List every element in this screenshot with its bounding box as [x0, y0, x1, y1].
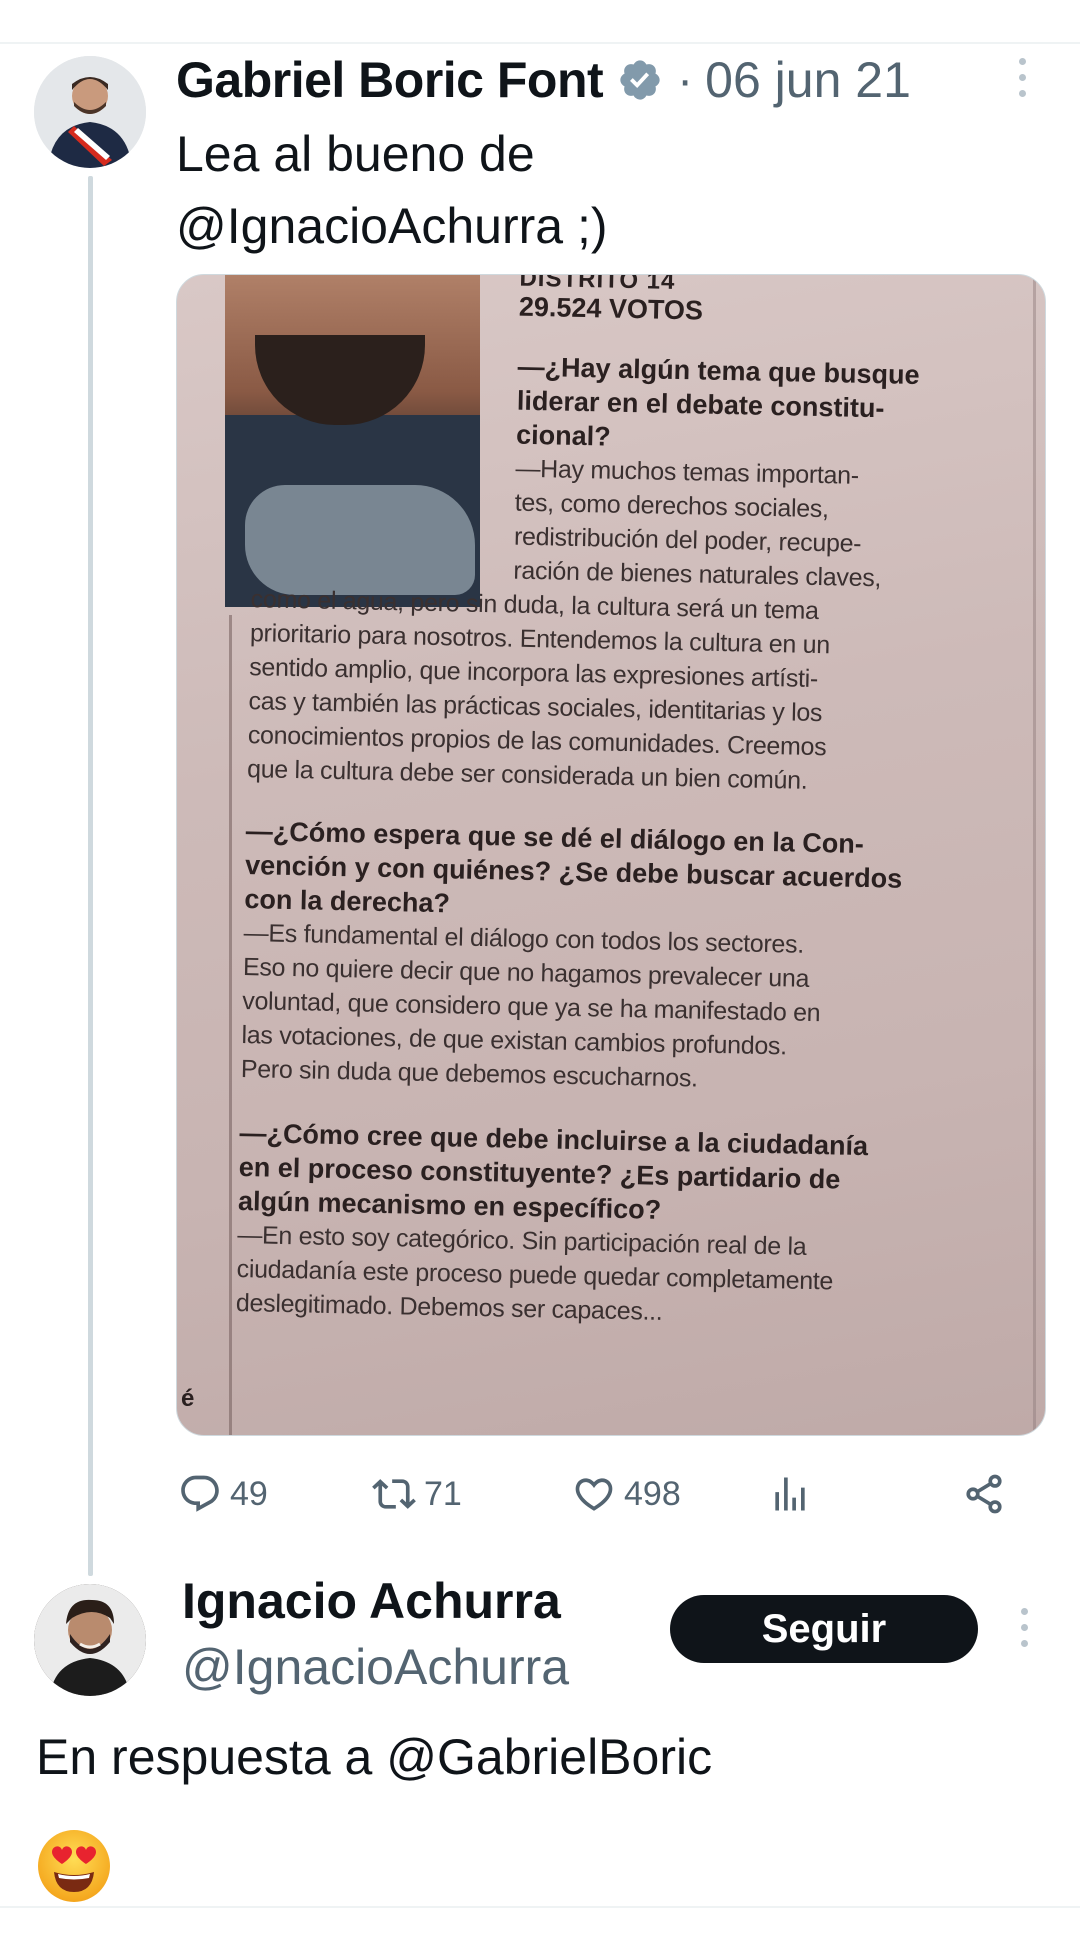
views-button[interactable]: [768, 1466, 812, 1522]
author-avatar[interactable]: [34, 56, 146, 168]
heart-eyes-emoji-icon: [38, 1830, 110, 1902]
reply-icon: [181, 1475, 219, 1512]
tweet-date[interactable]: 06 jun 21: [705, 51, 911, 109]
reply-context: En respuesta a @GabrielBoric: [36, 1728, 712, 1786]
top-divider: [0, 42, 1080, 44]
clipping-votes: 29.524 VOTOS: [518, 291, 704, 326]
reply-button[interactable]: 49: [178, 1466, 268, 1522]
clipping-text: DISTRITO 14 29.524 VOTOS —¿Hay algún tem…: [177, 275, 1045, 1435]
more-vertical-icon[interactable]: [1014, 1608, 1034, 1652]
repost-icon: [372, 1479, 416, 1509]
reply-author-handle[interactable]: @IgnacioAchurra: [182, 1638, 569, 1696]
tweet-header: Gabriel Boric Font · 06 jun 21: [176, 48, 911, 112]
verified-badge-icon[interactable]: [617, 57, 663, 103]
views-chart-icon: [775, 1477, 805, 1511]
thread-line: [88, 176, 93, 1576]
author-name[interactable]: Gabriel Boric Font: [176, 51, 604, 109]
more-vertical-icon[interactable]: [1012, 58, 1032, 102]
clipping-margin-fragment: é: [181, 1385, 195, 1412]
clipping-q2-line: con la derecha?: [244, 884, 451, 919]
reply-author-name[interactable]: Ignacio Achurra: [182, 1572, 561, 1630]
reply-count: 49: [230, 1474, 268, 1513]
reply-author-avatar[interactable]: [34, 1584, 146, 1696]
share-icon: [966, 1474, 1002, 1514]
reply-context-mention[interactable]: @GabrielBoric: [386, 1729, 712, 1785]
tweet-text-line2[interactable]: @IgnacioAchurra ;): [176, 190, 1036, 262]
repost-button[interactable]: 71: [372, 1466, 462, 1522]
tweet-actions: 49 71 498: [178, 1466, 1038, 1522]
tweet-media-image[interactable]: DISTRITO 14 29.524 VOTOS —¿Hay algún tem…: [176, 274, 1046, 1436]
tweet-text-line1: Lea al bueno de: [176, 126, 535, 182]
tweet-text: Lea al bueno de @IgnacioAchurra ;): [176, 118, 1036, 262]
heart-icon: [575, 1478, 613, 1511]
reply-context-prefix: En respuesta a: [36, 1729, 373, 1785]
repost-count: 71: [424, 1474, 462, 1513]
like-count: 498: [624, 1474, 681, 1513]
header-separator: ·: [677, 53, 694, 107]
like-button[interactable]: 498: [572, 1466, 681, 1522]
share-button[interactable]: [962, 1466, 1006, 1522]
clipping-q1-line: cional?: [515, 419, 612, 452]
follow-button[interactable]: Seguir: [670, 1595, 978, 1663]
bottom-divider: [0, 1906, 1080, 1908]
